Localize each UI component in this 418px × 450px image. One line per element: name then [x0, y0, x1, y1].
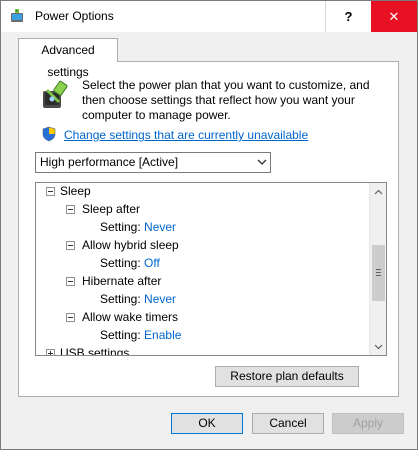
power-options-window: Power Options ? ✕ Advanced settings Sele… — [0, 0, 418, 450]
setting-label: Setting: — [100, 328, 141, 342]
restore-plan-defaults-button[interactable]: Restore plan defaults — [215, 366, 359, 387]
power-options-app-icon — [11, 9, 23, 22]
close-button[interactable]: ✕ — [371, 1, 417, 32]
power-plan-select-value: High performance [Active] — [40, 155, 179, 169]
window-title: Power Options — [35, 9, 114, 23]
chevron-down-icon — [374, 344, 383, 349]
tree-item-label: Allow hybrid sleep — [82, 238, 179, 252]
setting-label: Setting: — [100, 256, 141, 270]
tree-item-label: Sleep — [60, 184, 91, 198]
setting-label: Setting: — [100, 220, 141, 234]
advanced-settings-panel: Select the power plan that you want to c… — [18, 61, 399, 397]
power-plan-select[interactable]: High performance [Active] — [35, 152, 271, 173]
tree-item-label: USB settings — [60, 346, 130, 356]
collapse-icon[interactable] — [66, 205, 75, 214]
apply-button: Apply — [332, 413, 404, 434]
tree-item-setting: Setting: Never — [100, 290, 176, 308]
close-icon: ✕ — [388, 8, 400, 24]
tab-advanced-settings[interactable]: Advanced settings — [18, 38, 118, 79]
uac-shield-icon — [42, 126, 56, 142]
tree-item-setting: Setting: Never — [100, 218, 176, 236]
setting-label: Setting: — [100, 292, 141, 306]
chevron-up-icon — [374, 189, 383, 194]
tree-item-label: Sleep after — [82, 202, 141, 216]
chevron-down-icon — [257, 159, 267, 165]
power-plan-icon — [43, 80, 68, 108]
setting-value-link[interactable]: Never — [144, 292, 176, 306]
scroll-down-button[interactable] — [370, 338, 386, 355]
tree-scrollbar[interactable] — [369, 183, 386, 355]
setting-value-link[interactable]: Off — [144, 256, 160, 270]
tree-item-setting: Setting: Off — [100, 254, 160, 272]
collapse-icon[interactable] — [66, 313, 75, 322]
ok-button[interactable]: OK — [171, 413, 243, 434]
title-bar: Power Options ? ✕ — [1, 1, 417, 32]
expand-icon[interactable] — [46, 349, 55, 355]
collapse-icon[interactable] — [66, 277, 75, 286]
setting-value-link[interactable]: Never — [144, 220, 176, 234]
setting-value-link[interactable]: Enable — [144, 328, 181, 342]
help-button[interactable]: ? — [325, 1, 371, 32]
collapse-icon[interactable] — [66, 241, 75, 250]
panel-description: Select the power plan that you want to c… — [82, 78, 370, 122]
change-unavailable-settings-link[interactable]: Change settings that are currently unava… — [64, 128, 308, 142]
settings-tree[interactable]: Sleep Sleep after Setting: Never Allow h… — [35, 182, 387, 356]
tree-item-label: Allow wake timers — [82, 310, 179, 324]
collapse-icon[interactable] — [46, 187, 55, 196]
tree-item-setting: Setting: Enable — [100, 326, 181, 344]
cancel-button[interactable]: Cancel — [252, 413, 324, 434]
scroll-up-button[interactable] — [370, 183, 386, 200]
tree-item-label: Hibernate after — [82, 274, 162, 288]
scrollbar-thumb[interactable] — [372, 245, 385, 301]
